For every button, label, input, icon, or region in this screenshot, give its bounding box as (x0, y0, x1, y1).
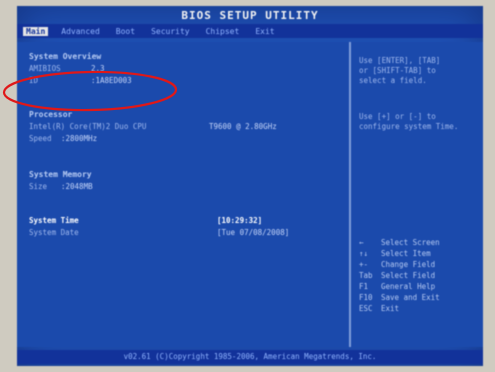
key-tab: Tab (359, 271, 373, 280)
help-line: or [SHIFT-TAB] to (359, 66, 436, 75)
arrow-left-right-icon: ← (359, 238, 364, 247)
key-legend-row: Tab Select Field (359, 271, 440, 282)
key-desc: Select Screen (381, 238, 440, 247)
menu-exit[interactable]: Exit (252, 27, 277, 36)
help-text-mid: Use [+] or [-] to configure system Time. (359, 112, 458, 132)
help-line: select a field. (359, 76, 427, 85)
memory-size-label: Size (29, 182, 48, 191)
system-memory-title: System Memory (29, 170, 92, 179)
key-legend-row: +- Change Field (359, 260, 440, 271)
system-time-field[interactable]: [10:29:32] (217, 216, 262, 225)
amibios-value: 2.3 (91, 64, 105, 73)
amibios-label: AMIBIOS (29, 64, 61, 73)
help-line: Use [+] or [-] to (359, 112, 436, 121)
key-f1: F1 (359, 282, 369, 291)
key-legend-row: ↑↓ Select Item (359, 249, 440, 260)
processor-model: T9600 @ 2.80GHz (209, 122, 277, 131)
menu-advanced[interactable]: Advanced (58, 27, 103, 36)
key-legend: ← Select Screen ↑↓ Select Item +- Change… (359, 238, 440, 315)
system-date-field[interactable]: [Tue 07/08/2008] (217, 228, 289, 237)
bios-screen: BIOS SETUP UTILITY Main Advanced Boot Se… (17, 6, 483, 366)
system-date-label[interactable]: System Date (29, 228, 79, 237)
processor-speed-label: Speed (29, 134, 52, 143)
key-desc: Exit (381, 304, 400, 313)
help-line: configure system Time. (359, 122, 459, 131)
key-legend-row: ← Select Screen (359, 238, 440, 249)
help-divider (349, 42, 351, 347)
system-time-label[interactable]: System Time (29, 216, 79, 225)
bios-id-value: :1A8ED003 (91, 76, 132, 85)
key-esc: ESC (359, 304, 373, 313)
bios-title: BIOS SETUP UTILITY (181, 9, 319, 22)
key-desc: Change Field (381, 260, 436, 269)
bios-menubar: Main Advanced Boot Security Chipset Exit (17, 24, 483, 38)
bios-status-bar: v02.61 (C)Copyright 1985-2006, American … (17, 350, 483, 364)
menu-security[interactable]: Security (148, 27, 193, 36)
arrow-up-down-icon: ↑↓ (359, 249, 369, 258)
key-plus-minus: +- (359, 260, 369, 269)
key-desc: Save and Exit (381, 293, 440, 302)
help-line: Use [ENTER], [TAB] (359, 56, 441, 65)
key-desc: Select Item (381, 249, 431, 258)
key-legend-row: F1 General Help (359, 282, 440, 293)
menu-main[interactable]: Main (23, 26, 49, 36)
processor-speed-value: :2800MHz (61, 134, 98, 143)
system-overview-title: System Overview (29, 52, 102, 61)
memory-size-value: :2048MB (61, 182, 93, 191)
bios-id-label: ID (29, 76, 39, 85)
key-legend-row: F10 Save and Exit (359, 293, 440, 304)
key-desc: General Help (381, 282, 436, 291)
menu-chipset[interactable]: Chipset (203, 27, 243, 36)
key-desc: Select Field (381, 271, 436, 280)
key-legend-row: ESC Exit (359, 304, 440, 315)
processor-title: Processor (29, 110, 73, 119)
menu-boot[interactable]: Boot (113, 27, 138, 36)
key-f10: F10 (359, 293, 373, 302)
help-text-top: Use [ENTER], [TAB] or [SHIFT-TAB] to sel… (359, 56, 440, 86)
photo-frame: BIOS SETUP UTILITY Main Advanced Boot Se… (0, 0, 495, 372)
processor-name: Intel(R) Core(TM)2 Duo CPU (29, 122, 147, 131)
